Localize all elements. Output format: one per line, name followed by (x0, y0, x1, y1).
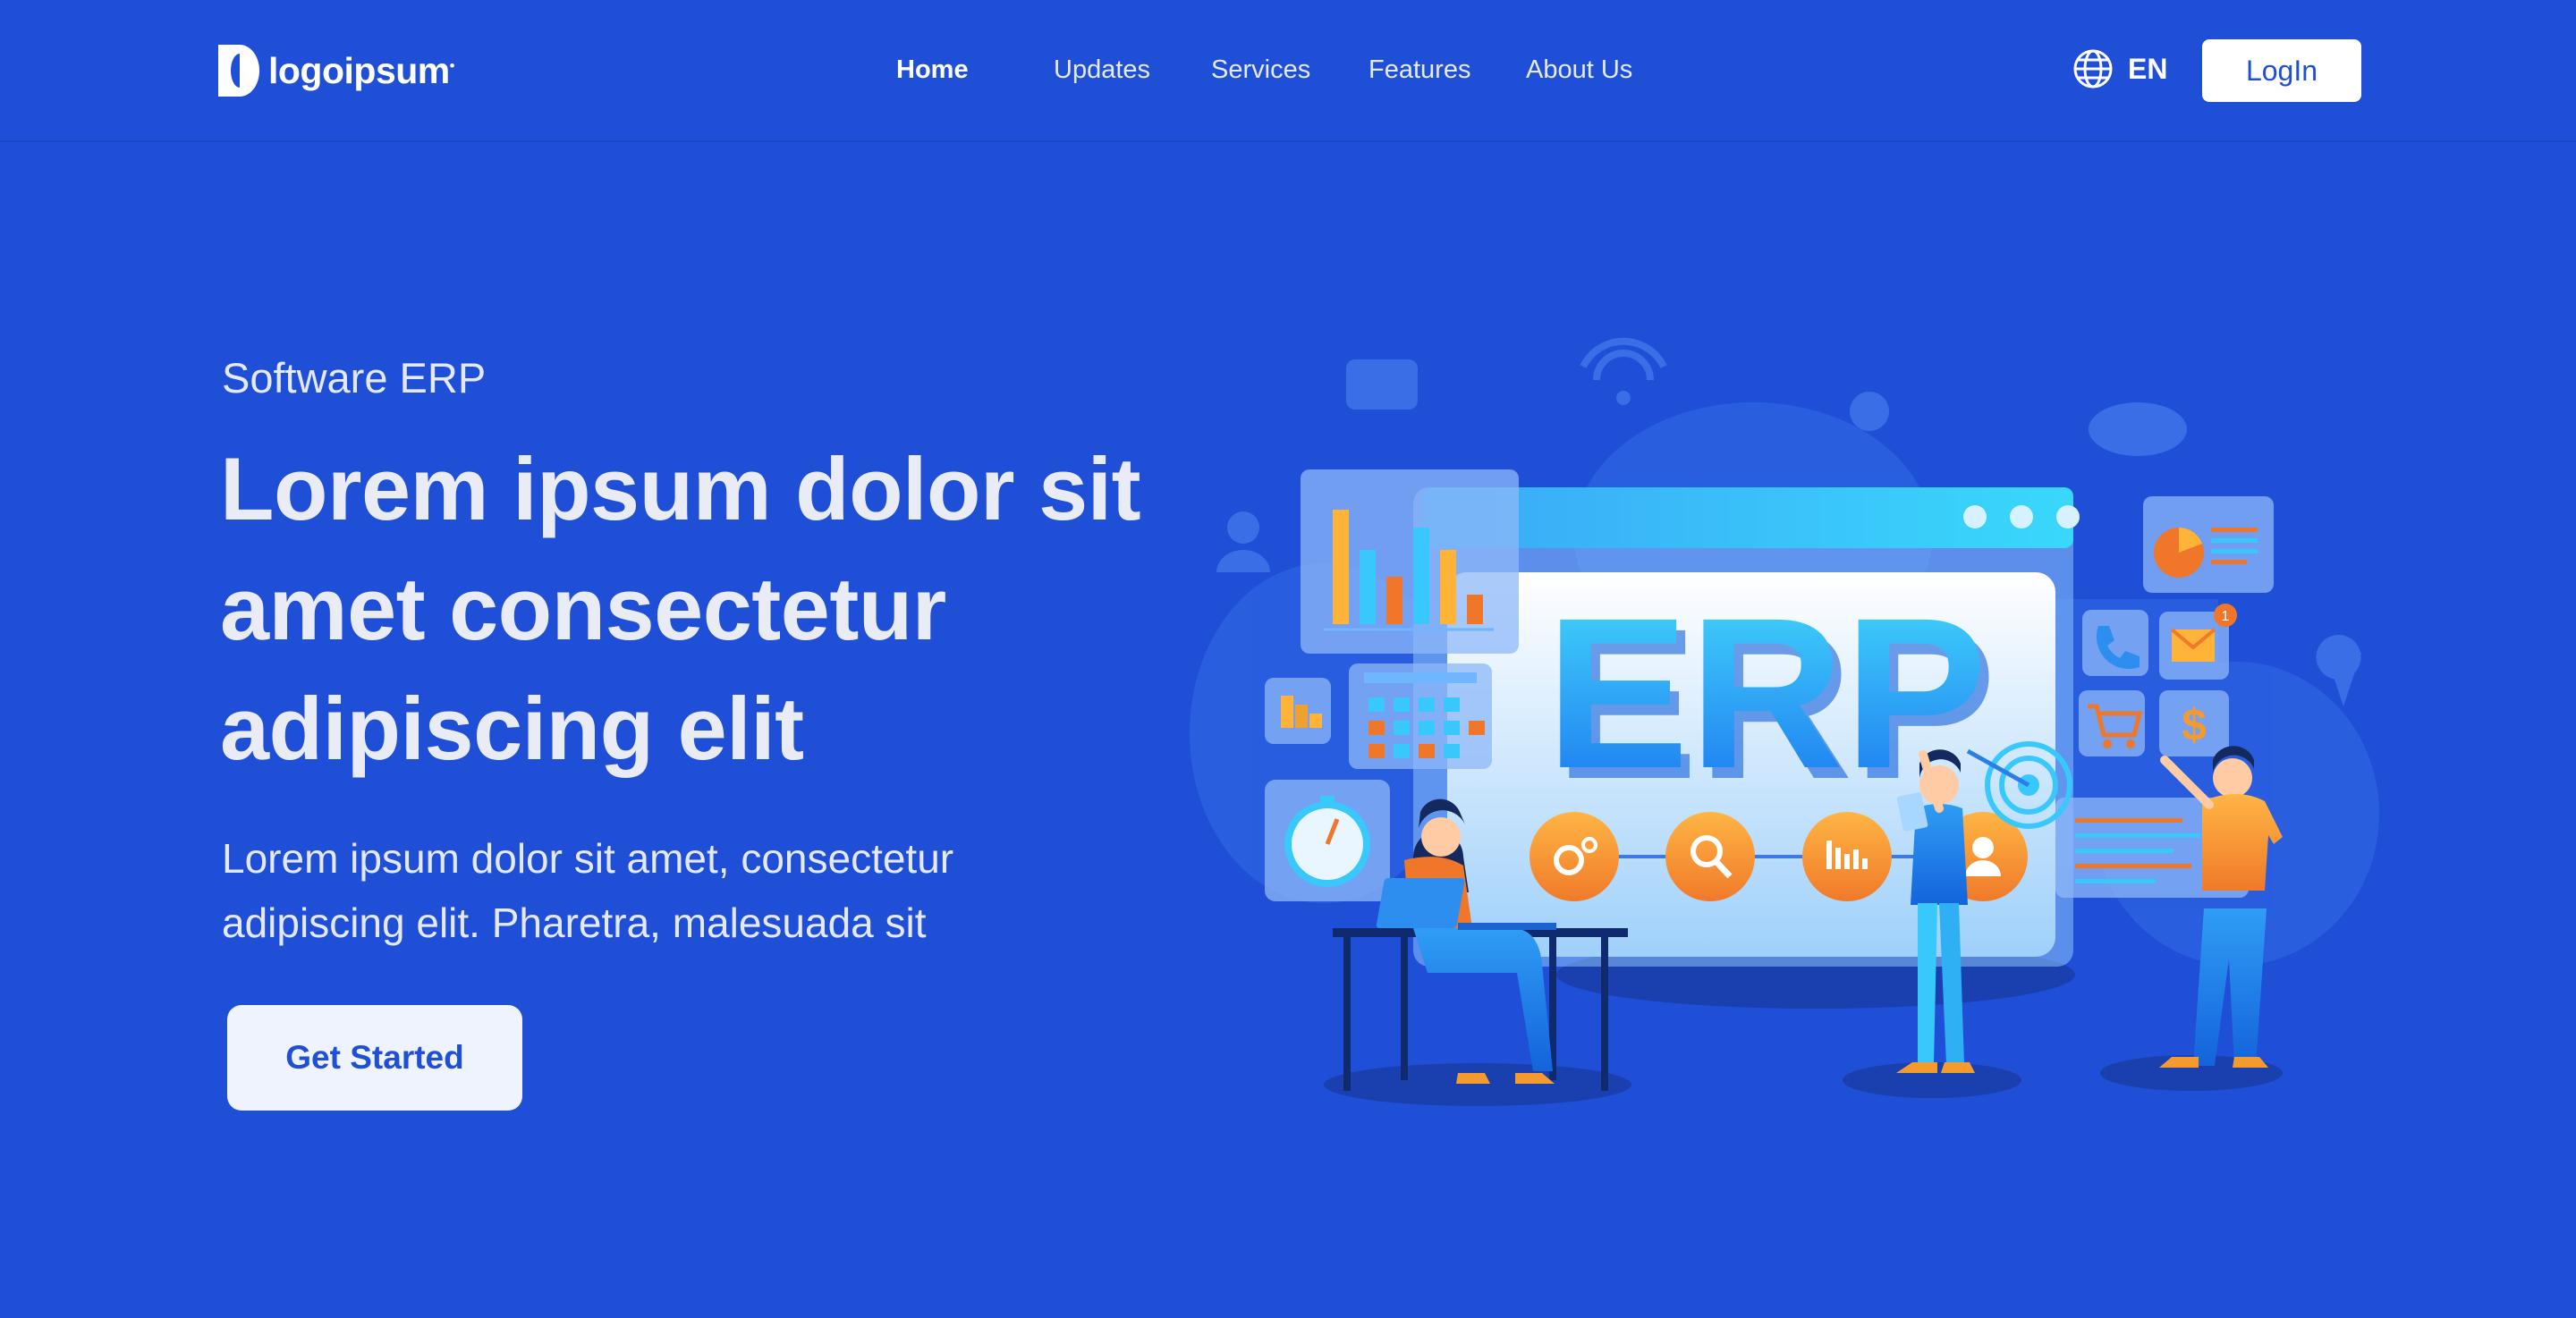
bar-chart-panel (1301, 469, 1519, 654)
chat-bubble-icon (1346, 359, 1418, 410)
hero-subtext: Lorem ipsum dolor sit amet, consectetur … (222, 826, 1188, 955)
search-icon (1665, 812, 1755, 901)
globe-icon (2073, 49, 2113, 89)
get-started-button[interactable]: Get Started (227, 1005, 522, 1111)
coins-panel (1265, 678, 1331, 744)
hero-eyebrow: Software ERP (222, 354, 487, 401)
headline-line: adipiscing elit (220, 679, 804, 778)
nav-link-updates[interactable]: Updates (1054, 55, 1150, 85)
nav-link-about-us[interactable]: About Us (1526, 55, 1632, 85)
nav-link-home[interactable]: Home (896, 55, 969, 85)
settings-icon (1530, 812, 1619, 901)
stopwatch-panel (1265, 780, 1390, 901)
language-code: EN (2128, 52, 2168, 85)
subtext-line: Lorem ipsum dolor sit amet, consectetur (222, 835, 954, 882)
cloud-icon (2089, 402, 2187, 456)
cart-icon (2079, 690, 2145, 756)
login-button[interactable]: LogIn (2202, 39, 2361, 102)
nav-menu: Home Updates Services Features About Us (0, 55, 2576, 91)
pie-chart-panel (2143, 496, 2274, 593)
subtext-line: adipiscing elit. Pharetra, malesuada sit (222, 900, 927, 946)
mail-icon: 1 (2159, 604, 2237, 680)
headline-line: Lorem ipsum dolor sit (220, 439, 1141, 538)
erp-text: ERP (1546, 573, 1987, 813)
calendar-panel (1349, 663, 1492, 769)
top-navbar: logoipsum• Home Updates Services Feature… (0, 0, 2576, 142)
erp-illustration: ERP ERP 1 $ (1190, 337, 2379, 1106)
dollar-icon: $ (2159, 690, 2229, 756)
headline-line: amet consectetur (220, 559, 946, 658)
bar-chart-icon (1802, 812, 1892, 901)
nav-link-services[interactable]: Services (1211, 55, 1310, 85)
notification-badge: 1 (2222, 609, 2230, 624)
hero-headline: Lorem ipsum dolor sit amet consectetur a… (220, 429, 1204, 789)
dollar-symbol: $ (2182, 700, 2207, 750)
language-selector[interactable]: EN (2072, 48, 2167, 89)
nav-link-features[interactable]: Features (1368, 55, 1470, 85)
user-faint-icon (1227, 511, 1259, 544)
phone-icon (2082, 610, 2148, 676)
gear-faint-icon (1850, 392, 1889, 431)
